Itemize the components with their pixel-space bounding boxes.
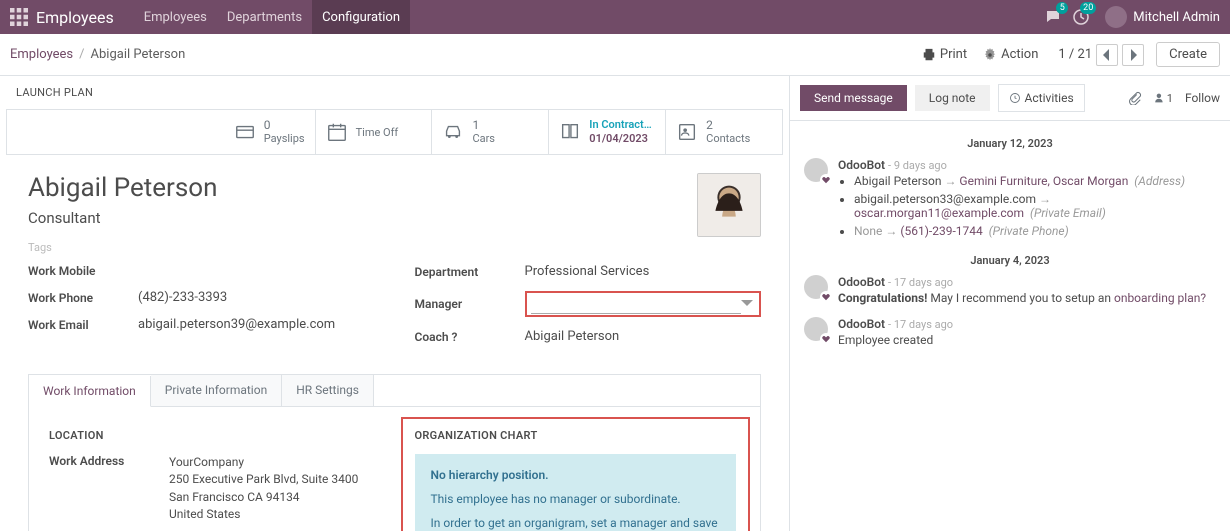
track-line: Abigail Peterson → Gemini Furniture, Osc… — [854, 174, 1216, 188]
chat-icon[interactable]: 5 — [1039, 3, 1067, 31]
stat-payslips[interactable]: 0 Payslips — [7, 110, 316, 154]
employee-job-title[interactable]: Consultant — [28, 209, 217, 227]
message: OdooBot - 17 days ago Employee created — [804, 317, 1216, 347]
tab-work-info[interactable]: Work Information — [29, 376, 151, 407]
msg-author: OdooBot — [838, 158, 885, 172]
user-name: Mitchell Admin — [1133, 10, 1220, 25]
breadcrumb-current: Abigail Peterson — [91, 47, 186, 62]
chevron-left-icon — [1103, 49, 1111, 61]
track-line: None → (561)-239-1744 (Private Phone) — [854, 224, 1216, 238]
stat-cars[interactable]: 1 Cars — [431, 110, 548, 154]
activity-badge: 20 — [1080, 2, 1096, 14]
org-heading: ORGANIZATION CHART — [415, 429, 737, 442]
chevron-right-icon — [1129, 49, 1137, 61]
tab-hr-settings[interactable]: HR Settings — [282, 375, 374, 406]
car-icon — [442, 121, 464, 143]
activities-button[interactable]: Activities — [998, 84, 1085, 112]
top-nav: Employees Employees Departments Configur… — [0, 0, 1230, 34]
stat-buttons: 0 Payslips Time Off 1 Cars In Contract… — [6, 109, 783, 155]
tab-private-info[interactable]: Private Information — [151, 375, 282, 406]
contacts-icon — [676, 121, 698, 143]
date-separator: January 4, 2023 — [804, 254, 1216, 267]
tabs: Work Information Private Information HR … — [28, 374, 761, 406]
message: OdooBot - 17 days ago Congratulations! M… — [804, 275, 1216, 305]
chatter: Send message Log note Activities 1 Follo… — [790, 76, 1230, 531]
control-panel: Employees / Abigail Peterson Print Actio… — [0, 34, 1230, 76]
nav-employees[interactable]: Employees — [134, 0, 217, 34]
action-button[interactable]: Action — [975, 43, 1046, 66]
calendar-icon — [326, 121, 348, 143]
work-email-value[interactable]: abigail.peterson39@example.com — [138, 317, 335, 332]
brand[interactable]: Employees — [36, 8, 114, 27]
org-line2: In order to get an organigram, set a man… — [431, 516, 721, 531]
department-label: Department — [415, 265, 525, 279]
apps-icon[interactable] — [10, 8, 28, 26]
msg-author: OdooBot — [838, 275, 885, 289]
print-button[interactable]: Print — [914, 43, 975, 66]
tab-body: LOCATION Work Address YourCompany 250 Ex… — [28, 406, 761, 531]
followers-button[interactable]: 1 — [1153, 88, 1173, 108]
stat-contract[interactable]: In Contract… 01/04/2023 — [548, 110, 665, 154]
org-chart-panel: ORGANIZATION CHART No hierarchy position… — [401, 417, 751, 531]
print-icon — [922, 48, 936, 62]
chevron-down-icon[interactable] — [741, 297, 755, 312]
breadcrumb-parent[interactable]: Employees — [10, 47, 73, 62]
activity-icon[interactable]: 20 — [1067, 3, 1095, 31]
status-launch[interactable]: LAUNCH PLAN — [0, 76, 789, 109]
pager-next[interactable] — [1122, 44, 1144, 66]
gear-icon — [983, 48, 997, 62]
work-email-label: Work Email — [28, 318, 138, 332]
org-title: No hierarchy position. — [431, 468, 721, 482]
org-box: No hierarchy position. This employee has… — [415, 454, 737, 531]
msg-author: OdooBot — [838, 317, 885, 331]
book-icon — [559, 121, 581, 143]
work-address-value[interactable]: YourCompany 250 Executive Park Blvd, Sui… — [169, 454, 358, 524]
breadcrumb: Employees / Abigail Peterson — [10, 47, 185, 62]
pager-text: 1 / 21 — [1058, 47, 1092, 62]
work-mobile-label: Work Mobile — [28, 264, 138, 278]
coach-label: Coach ? — [415, 330, 525, 344]
nav-configuration[interactable]: Configuration — [312, 0, 410, 34]
payslip-icon — [234, 121, 256, 143]
department-value[interactable]: Professional Services — [525, 264, 650, 279]
msg-time: - 17 days ago — [888, 318, 953, 331]
attachment-icon[interactable] — [1125, 88, 1145, 108]
manager-input[interactable] — [531, 294, 742, 314]
clock-icon — [1009, 92, 1021, 104]
msg-avatar — [804, 317, 828, 341]
org-line1: This employee has no manager or subordin… — [431, 492, 721, 506]
message: OdooBot - 9 days ago Abigail Peterson → … — [804, 158, 1216, 242]
work-phone-label: Work Phone — [28, 291, 138, 305]
msg-time: - 17 days ago — [888, 276, 953, 289]
user-menu[interactable]: Mitchell Admin — [1105, 6, 1220, 28]
log-note-button[interactable]: Log note — [915, 85, 990, 111]
track-line: abigail.peterson33@example.com → oscar.m… — [854, 192, 1216, 220]
tags-label[interactable]: Tags — [28, 241, 217, 254]
pager-prev[interactable] — [1096, 44, 1118, 66]
stat-timeoff[interactable]: Time Off — [316, 110, 432, 154]
msg-time: - 9 days ago — [888, 159, 947, 172]
employee-name[interactable]: Abigail Peterson — [28, 173, 217, 203]
msg-avatar — [804, 158, 828, 182]
msg-avatar — [804, 275, 828, 299]
create-button[interactable]: Create — [1156, 42, 1220, 67]
date-separator: January 12, 2023 — [804, 137, 1216, 150]
work-address-label: Work Address — [49, 454, 169, 468]
employee-photo[interactable] — [697, 173, 761, 237]
location-heading: LOCATION — [49, 429, 371, 442]
coach-value[interactable]: Abigail Peterson — [525, 329, 620, 344]
manager-input-wrap — [525, 291, 762, 317]
manager-label: Manager — [415, 297, 525, 311]
nav-departments[interactable]: Departments — [217, 0, 312, 34]
avatar — [1105, 6, 1127, 28]
breadcrumb-sep: / — [79, 47, 84, 62]
stat-contacts[interactable]: 2 Contacts — [665, 110, 782, 154]
pager: 1 / 21 — [1058, 44, 1144, 66]
send-message-button[interactable]: Send message — [800, 85, 907, 111]
work-phone-value[interactable]: (482)-233-3393 — [138, 290, 227, 305]
follow-button[interactable]: Follow — [1185, 91, 1220, 105]
form-view: LAUNCH PLAN 0 Payslips Time Off 1 Cars — [0, 76, 790, 531]
